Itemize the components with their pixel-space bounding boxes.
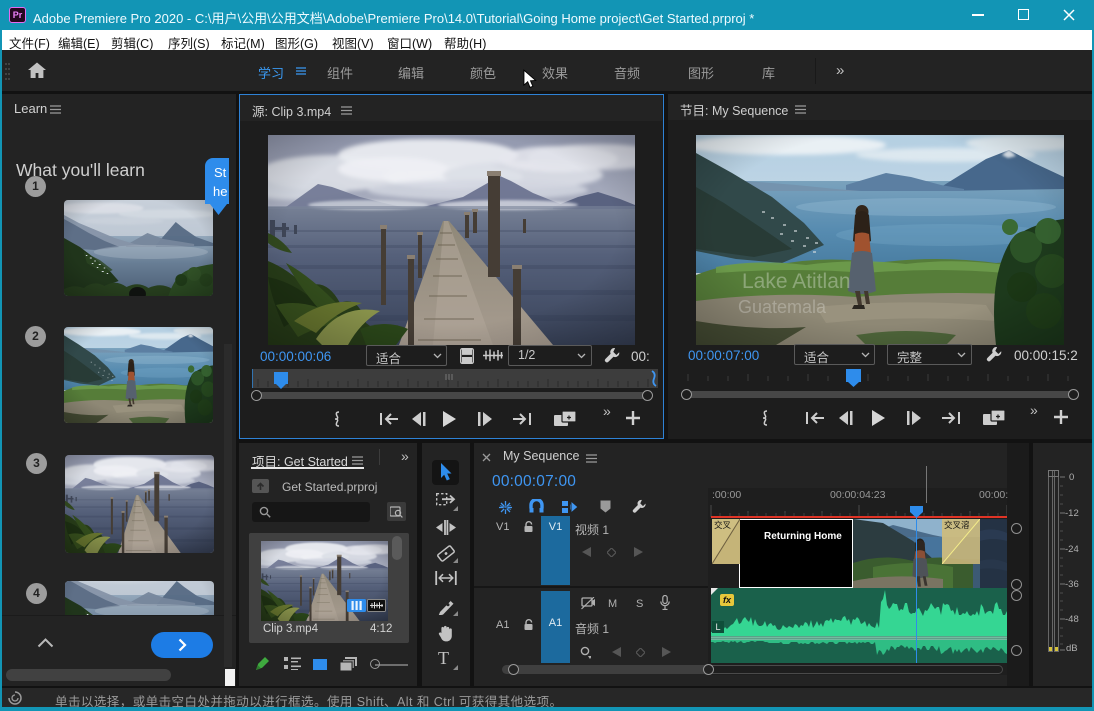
svg-text:交叉: 交叉 [714,519,732,531]
svg-text:交叉溶: 交叉溶 [944,519,970,531]
